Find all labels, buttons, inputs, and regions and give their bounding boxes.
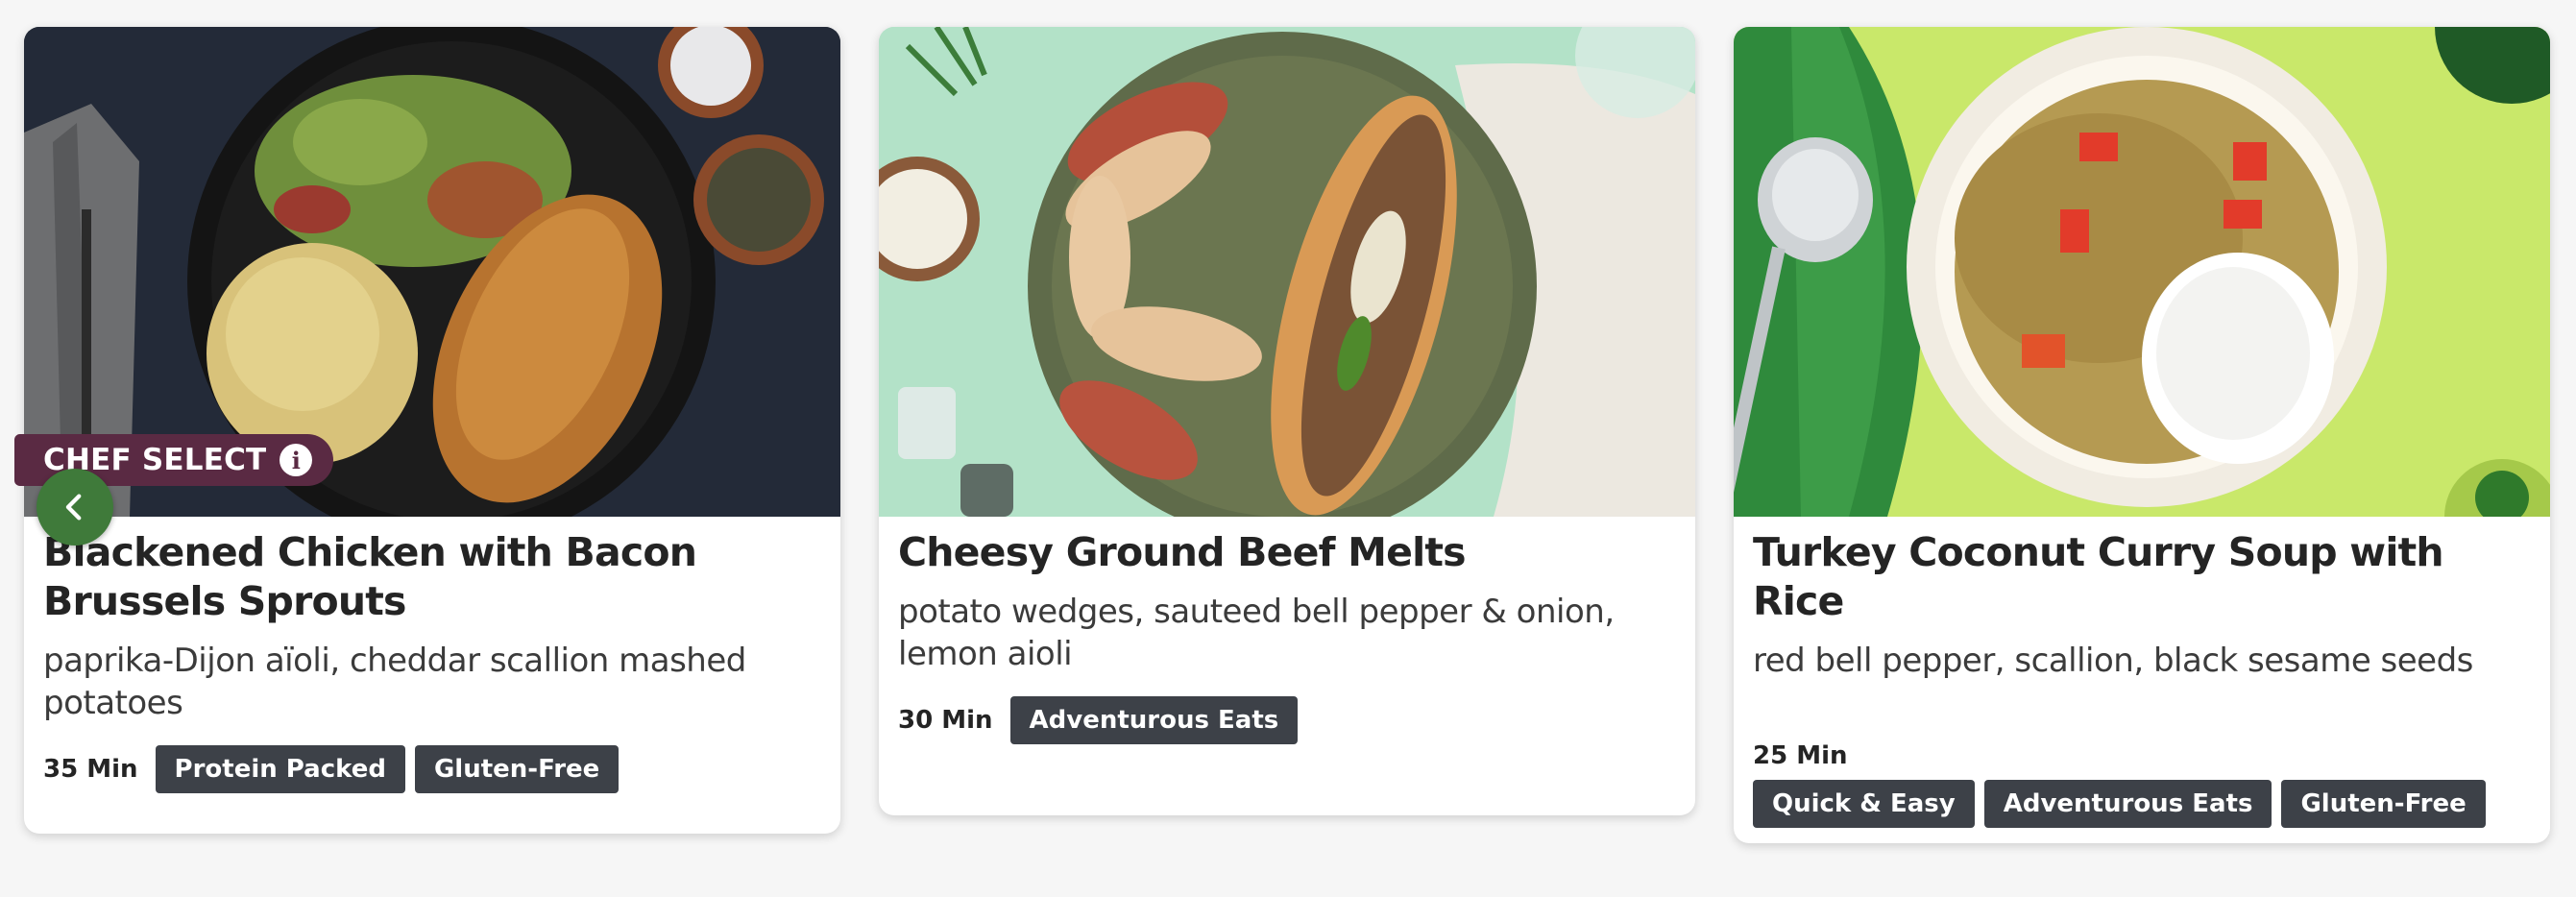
meal-title[interactable]: Blackened Chicken with Bacon Brussels Sp… xyxy=(43,528,821,626)
carousel-prev-button[interactable] xyxy=(36,469,113,545)
tag-gluten-free: Gluten-Free xyxy=(2281,780,2486,828)
cook-time: 35 Min xyxy=(43,755,138,784)
meal-description: red bell pepper, scallion, black sesame … xyxy=(1753,642,2473,680)
meal-card[interactable]: Cheesy Ground Beef Melts potato wedges, … xyxy=(879,27,1695,815)
meal-description: paprika-Dijon aïoli, cheddar scallion ma… xyxy=(43,642,746,722)
tag-adventurous-eats: Adventurous Eats xyxy=(1983,780,2272,828)
meal-card[interactable]: Turkey Coconut Curry Soup with Rice red … xyxy=(1734,27,2550,843)
meal-tags: Quick & Easy Adventurous Eats Gluten-Fre… xyxy=(1753,780,2531,828)
meal-meta: 25 Min xyxy=(1753,741,2531,770)
meal-meta: 30 Min Adventurous Eats xyxy=(898,696,1676,744)
meal-card-body: Turkey Coconut Curry Soup with Rice red … xyxy=(1734,517,2550,828)
tag-protein-packed: Protein Packed xyxy=(155,745,405,793)
chevron-left-icon xyxy=(65,494,82,521)
meal-meta: 35 Min Protein Packed Gluten-Free xyxy=(43,745,821,793)
tag-gluten-free: Gluten-Free xyxy=(414,745,620,793)
meal-card-body: Blackened Chicken with Bacon Brussels Sp… xyxy=(24,517,840,793)
tag-adventurous-eats: Adventurous Eats xyxy=(1009,696,1299,744)
info-icon[interactable]: i xyxy=(279,444,313,476)
tag-quick-easy: Quick & Easy xyxy=(1753,780,1975,828)
meal-carousel: Blackened Chicken with Bacon Brussels Sp… xyxy=(0,0,2576,897)
meal-title[interactable]: Cheesy Ground Beef Melts xyxy=(898,528,1676,577)
cook-time: 25 Min xyxy=(1753,741,1848,770)
meal-photo-curry xyxy=(1734,27,2550,517)
meal-card[interactable]: Blackened Chicken with Bacon Brussels Sp… xyxy=(24,27,840,834)
meal-description: potato wedges, sauteed bell pepper & oni… xyxy=(898,593,1615,673)
meal-photo-beef-melt xyxy=(879,27,1695,517)
cook-time: 30 Min xyxy=(898,706,993,735)
meal-card-body: Cheesy Ground Beef Melts potato wedges, … xyxy=(879,517,1695,744)
meal-title[interactable]: Turkey Coconut Curry Soup with Rice xyxy=(1753,528,2531,626)
